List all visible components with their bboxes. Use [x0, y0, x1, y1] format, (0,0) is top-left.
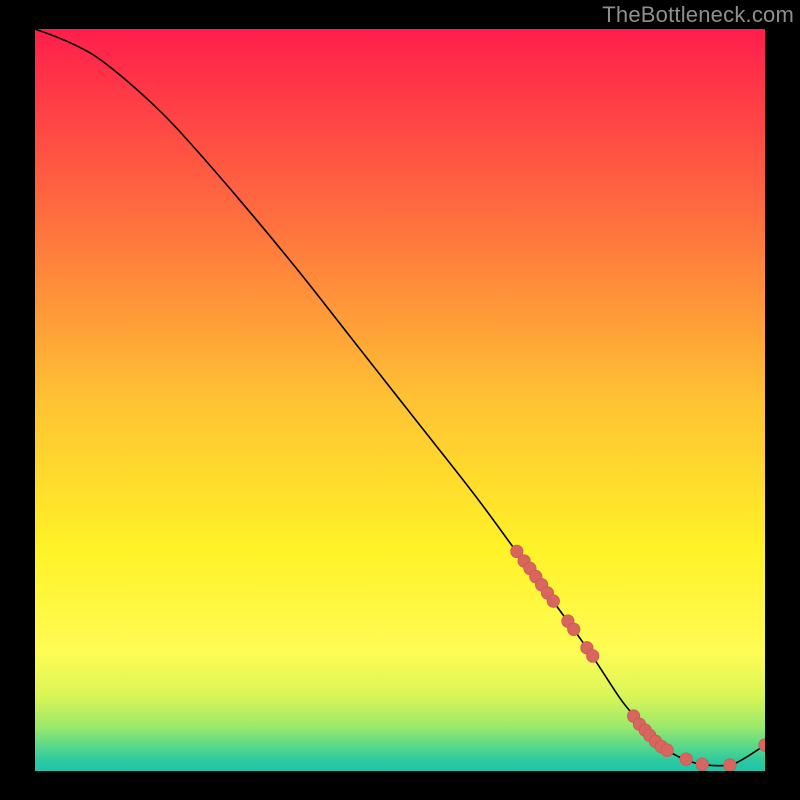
- data-marker: [680, 753, 692, 766]
- data-marker: [724, 759, 736, 771]
- chart-plot: [35, 29, 765, 771]
- data-marker: [587, 650, 599, 663]
- chart-container: TheBottleneck.com: [0, 0, 800, 800]
- data-marker: [696, 758, 708, 771]
- data-marker: [568, 623, 580, 636]
- data-marker: [661, 744, 673, 757]
- data-marker: [547, 595, 559, 608]
- watermark-text: TheBottleneck.com: [602, 2, 794, 28]
